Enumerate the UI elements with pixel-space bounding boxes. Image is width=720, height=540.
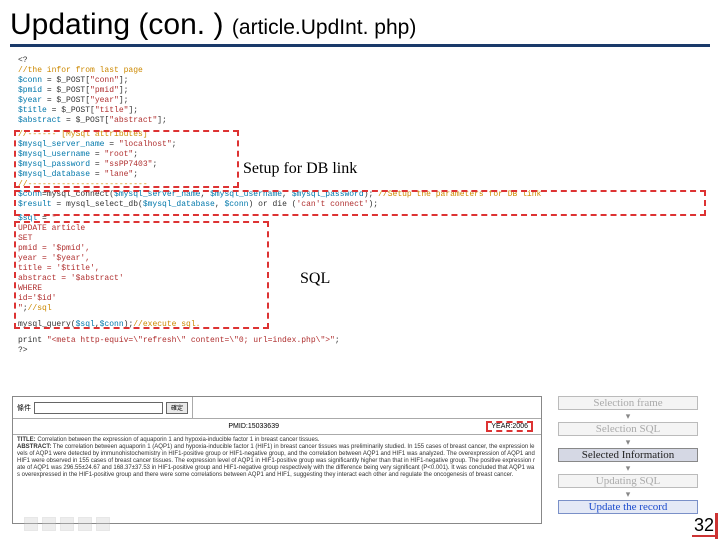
abstract-label: ABSTRACT: <box>17 444 51 450</box>
arrow-down-icon: ▾ <box>558 439 698 445</box>
form-preview: 條件 確定 PMID:15033639 YEAR:2006 TITLE: Cor… <box>12 396 542 524</box>
code-line: <? <box>18 56 700 66</box>
flow-step-update-record: Update the record <box>558 500 698 514</box>
title-text: Correlation between the expression of aq… <box>37 437 319 443</box>
code-line: ?> <box>18 346 700 356</box>
abstract-text: The correlation between aquaporin 1 (AQP… <box>17 444 535 478</box>
footer-watermark <box>24 516 164 532</box>
form-body: TITLE: Correlation between the expressio… <box>13 435 541 481</box>
slide-subtitle: (article.UpdInt. php) <box>232 16 416 39</box>
title-label: TITLE: <box>17 437 36 443</box>
annotation-setup: Setup for DB link <box>243 160 357 178</box>
page-number: 32 <box>694 515 714 536</box>
code-line: $conn = $_POST["conn"]; <box>18 76 700 86</box>
flow-step-selection-frame: Selection frame <box>558 396 698 410</box>
flow-step-updating-sql: Updating SQL <box>558 474 698 488</box>
arrow-down-icon: ▾ <box>558 413 698 419</box>
code-line: print "<meta http-equiv=\"refresh\" cont… <box>18 336 700 346</box>
slide-title-bar: Updating (con. ) (article.UpdInt. php) <box>10 8 710 47</box>
form-search-row: 條件 確定 <box>13 397 541 419</box>
highlight-box-mysql-attrs <box>14 130 239 188</box>
code-line: $year = $_POST["year"]; <box>18 96 700 106</box>
year-value: 2006 <box>512 423 528 430</box>
search-label: 條件 <box>17 403 31 413</box>
year-label: YEAR: <box>491 423 512 430</box>
year-highlight: YEAR:2006 <box>486 421 533 432</box>
search-button[interactable]: 確定 <box>166 402 188 414</box>
highlight-box-sql <box>14 221 269 329</box>
flow-step-selected-info: Selected Information <box>558 448 698 462</box>
highlight-box-db-connect <box>14 190 706 216</box>
annotation-sql: SQL <box>300 270 330 288</box>
flow-step-selection-sql: Selection SQL <box>558 422 698 436</box>
code-line: $title = $_POST["title"]; <box>18 106 700 116</box>
flow-panel: Selection frame ▾ Selection SQL ▾ Select… <box>558 396 698 514</box>
slide-title: Updating (con. ) <box>10 8 223 41</box>
code-line: //the infor from last page <box>18 66 700 76</box>
pmid-value: 15033639 <box>248 423 279 430</box>
code-line: $pmid = $_POST["pmid"]; <box>18 86 700 96</box>
pmid-label: PMID: <box>228 423 247 430</box>
code-line: $abstract = $_POST["abstract"]; <box>18 116 700 126</box>
form-id-row: PMID:15033639 YEAR:2006 <box>13 419 541 435</box>
arrow-down-icon: ▾ <box>558 491 698 497</box>
search-input[interactable] <box>34 402 163 414</box>
arrow-down-icon: ▾ <box>558 465 698 471</box>
